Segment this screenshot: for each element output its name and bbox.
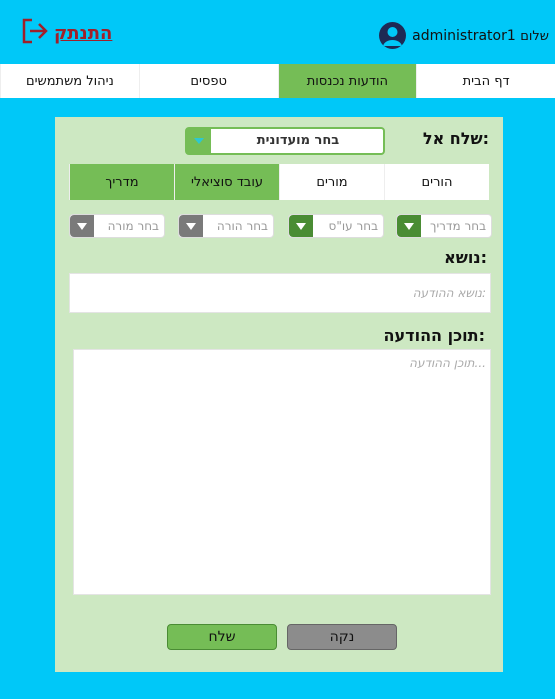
club-select-value: בחר מועדונית	[256, 133, 340, 148]
send-to-label: שלח אל:	[422, 129, 489, 148]
content-label: תוכן ההודעה:	[383, 326, 485, 345]
user-name: administrator1	[412, 27, 516, 44]
header: התנתק administrator1 שלום	[0, 0, 555, 64]
chevron-down-icon[interactable]	[289, 215, 313, 237]
subject-placeholder: נושא ההודעה:	[412, 286, 486, 300]
recipient-selects: בחר מדריך בחר עו"ס בחר הורה בחר מורה	[69, 214, 492, 238]
message-form-panel: שלח אל: בחר מועדונית הורים מורים עובד סו…	[55, 117, 503, 672]
nav-home[interactable]: דף הבית	[416, 64, 555, 98]
content-placeholder: תוכן ההודעה...	[409, 356, 486, 370]
tab-teachers[interactable]: מורים	[279, 164, 384, 200]
select-counselor[interactable]: בחר מדריך	[396, 214, 492, 238]
select-social-worker-label: בחר עו"ס	[328, 219, 378, 233]
user-avatar-icon	[379, 22, 407, 49]
logout-label: התנתק	[54, 22, 113, 44]
select-teacher[interactable]: בחר מורה	[69, 214, 165, 238]
nav-user-management[interactable]: ניהול משתמשים	[0, 64, 139, 98]
tab-social-worker[interactable]: עובד סוציאלי	[174, 164, 279, 200]
user-info: administrator1 שלום	[379, 22, 549, 49]
select-social-worker[interactable]: בחר עו"ס	[288, 214, 384, 238]
nav-forms[interactable]: טפסים	[138, 64, 278, 98]
logout-button[interactable]: התנתק	[22, 18, 112, 48]
select-parent[interactable]: בחר הורה	[178, 214, 274, 238]
send-button[interactable]: שלח	[167, 624, 277, 650]
subject-label: נושא:	[444, 248, 487, 267]
tab-counselor[interactable]: מדריך	[69, 164, 174, 200]
main-nav: דף הבית הודעות נכנסות טפסים ניהול משתמשי…	[0, 64, 555, 98]
chevron-down-icon[interactable]	[179, 215, 203, 237]
content-textarea[interactable]: תוכן ההודעה...	[73, 349, 491, 595]
greeting: שלום	[520, 28, 549, 44]
club-select[interactable]: בחר מועדונית	[185, 127, 385, 155]
recipient-tabs: הורים מורים עובד סוציאלי מדריך	[69, 164, 489, 200]
subject-input[interactable]: נושא ההודעה:	[69, 273, 491, 313]
chevron-down-icon[interactable]	[70, 215, 94, 237]
chevron-down-icon[interactable]	[397, 215, 421, 237]
logout-icon	[22, 18, 48, 48]
clear-button[interactable]: נקה	[287, 624, 397, 650]
select-teacher-label: בחר מורה	[107, 219, 159, 233]
nav-incoming-messages[interactable]: הודעות נכנסות	[277, 64, 417, 98]
chevron-down-icon[interactable]	[187, 129, 211, 153]
select-parent-label: בחר הורה	[216, 219, 268, 233]
select-counselor-label: בחר מדריך	[430, 219, 486, 233]
tab-parents[interactable]: הורים	[384, 164, 489, 200]
